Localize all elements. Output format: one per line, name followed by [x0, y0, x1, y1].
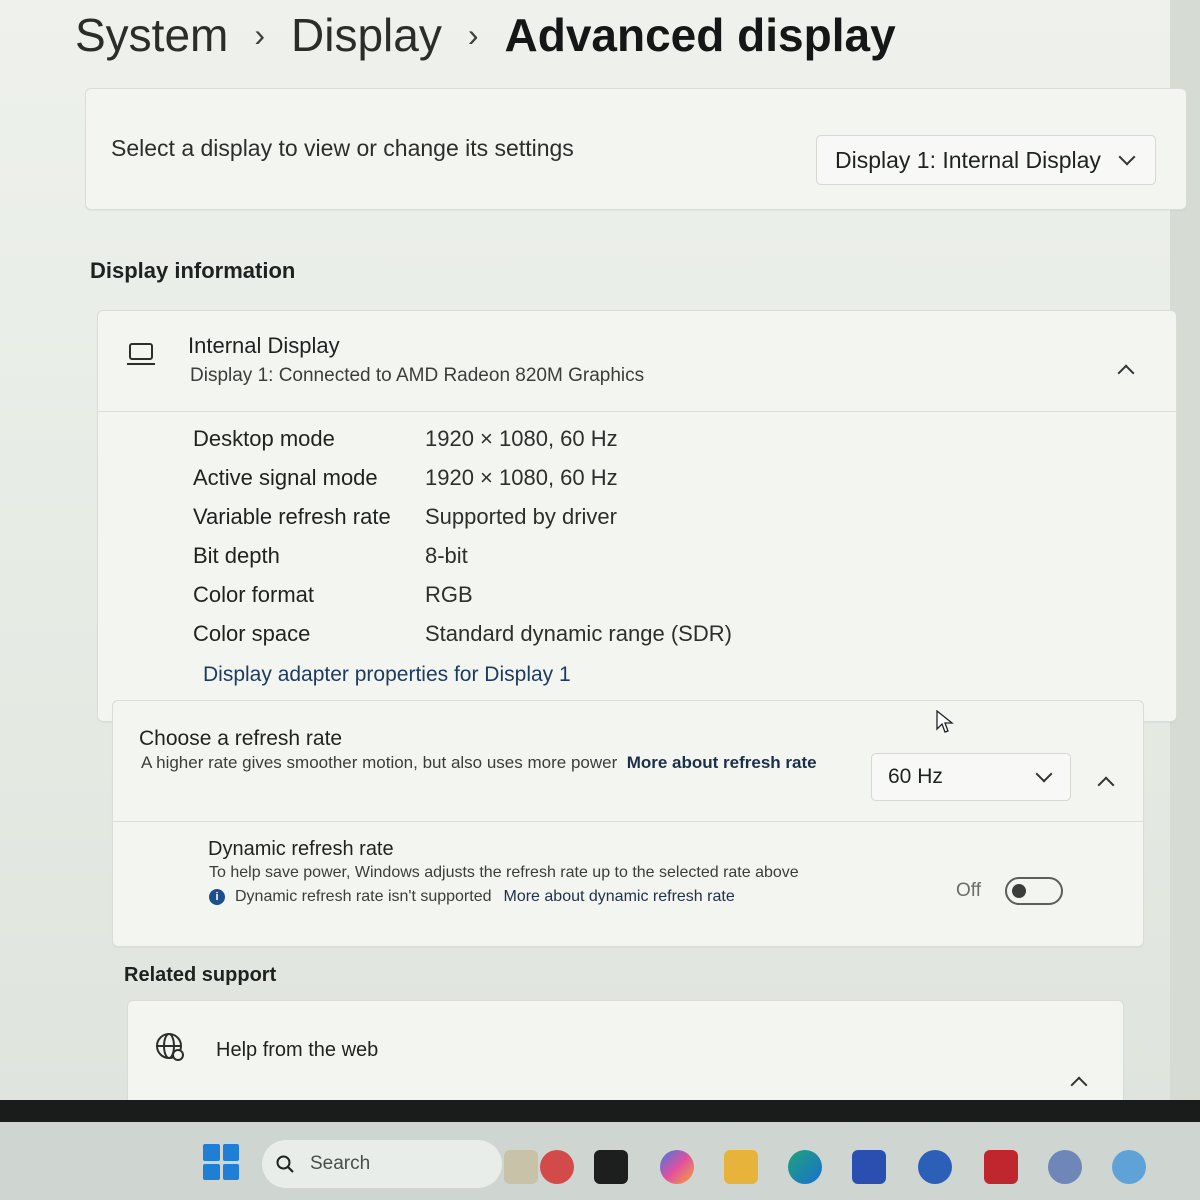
chevron-up-icon	[1097, 776, 1115, 794]
info-row: Color space Standard dynamic range (SDR)	[193, 621, 993, 651]
toggle-knob	[1012, 884, 1026, 898]
info-value: RGB	[425, 582, 473, 607]
display-select-label: Select a display to view or change its s…	[111, 135, 574, 161]
taskbar-search[interactable]: Search	[262, 1140, 502, 1188]
dynamic-refresh-note-text: Dynamic refresh rate isn't supported	[235, 888, 492, 905]
related-support-heading: Related support	[124, 964, 277, 986]
chevron-down-icon	[1118, 148, 1136, 166]
info-row: Desktop mode 1920 × 1080, 60 Hz	[193, 426, 993, 456]
widgets-icon[interactable]	[504, 1150, 538, 1184]
info-row: Color format RGB	[193, 582, 993, 612]
display-select-value: Display 1: Internal Display	[835, 146, 1101, 173]
monitor-bezel	[0, 1100, 1200, 1122]
edge-icon[interactable]	[788, 1150, 822, 1184]
app-icon[interactable]	[540, 1150, 574, 1184]
search-icon	[276, 1155, 294, 1173]
chevron-up-icon	[1070, 1076, 1088, 1094]
task-view-icon[interactable]	[594, 1150, 628, 1184]
laptop-icon	[127, 343, 155, 365]
app-icon[interactable]	[1112, 1150, 1146, 1184]
dynamic-refresh-toggle[interactable]	[1005, 877, 1063, 905]
display-select-card: Select a display to view or change its s…	[85, 88, 1187, 210]
dynamic-refresh-description: To help save power, Windows adjusts the …	[209, 864, 799, 881]
windows-start-icon[interactable]	[203, 1144, 239, 1180]
info-icon: i	[209, 889, 225, 905]
breadcrumb: System › Display › Advanced display	[75, 0, 896, 70]
search-placeholder: Search	[310, 1153, 371, 1174]
info-value: 8-bit	[425, 543, 468, 568]
settings-window: System › Display › Advanced display Sele…	[0, 0, 1187, 1101]
help-icon[interactable]	[918, 1150, 952, 1184]
refresh-rate-value: 60 Hz	[888, 765, 943, 788]
dynamic-refresh-rate-row: Dynamic refresh rate To help save power,…	[113, 821, 1143, 947]
help-from-web-label: Help from the web	[216, 1039, 379, 1061]
refresh-collapse-button[interactable]	[1097, 773, 1115, 794]
refresh-rate-dropdown[interactable]: 60 Hz	[871, 753, 1071, 801]
chevron-down-icon	[1035, 765, 1053, 783]
info-value: 1920 × 1080, 60 Hz	[425, 426, 618, 451]
dynamic-refresh-title: Dynamic refresh rate	[208, 838, 394, 860]
info-value: Standard dynamic range (SDR)	[425, 621, 732, 646]
info-row: Bit depth 8-bit	[193, 543, 993, 573]
file-explorer-icon[interactable]	[724, 1150, 758, 1184]
display-information-header[interactable]: Internal Display Display 1: Connected to…	[98, 311, 1176, 412]
settings-gear-icon[interactable]	[1048, 1150, 1082, 1184]
refresh-rate-description: A higher rate gives smoother motion, but…	[141, 753, 861, 773]
help-from-web-card[interactable]: Help from the web	[127, 1000, 1124, 1101]
breadcrumb-separator: ›	[254, 16, 266, 53]
toggle-state-label: Off	[956, 880, 981, 901]
info-key: Color format	[193, 582, 315, 607]
taskbar: Search	[0, 1122, 1200, 1200]
globe-icon	[156, 1033, 184, 1061]
chevron-up-icon	[1117, 364, 1135, 382]
mcafee-icon[interactable]	[984, 1150, 1018, 1184]
more-about-refresh-rate-link[interactable]: More about refresh rate	[627, 753, 817, 772]
refresh-rate-title: Choose a refresh rate	[139, 727, 343, 750]
info-key: Bit depth	[193, 543, 280, 568]
info-key: Variable refresh rate	[193, 504, 391, 529]
display-select-dropdown[interactable]: Display 1: Internal Display	[816, 135, 1156, 185]
display-name: Internal Display	[188, 333, 340, 358]
breadcrumb-separator: ›	[467, 16, 479, 53]
display-information-card: Internal Display Display 1: Connected to…	[97, 310, 1177, 722]
display-connection: Display 1: Connected to AMD Radeon 820M …	[190, 365, 645, 386]
page-title: Advanced display	[504, 9, 896, 61]
collapse-chevron-icon[interactable]	[1117, 361, 1135, 382]
more-about-dynamic-refresh-link[interactable]: More about dynamic refresh rate	[504, 888, 735, 906]
refresh-rate-description-text: A higher rate gives smoother motion, but…	[141, 753, 618, 772]
copilot-icon[interactable]	[660, 1150, 694, 1184]
info-key: Color space	[193, 621, 311, 646]
help-collapse-button[interactable]	[1070, 1073, 1088, 1094]
info-value: 1920 × 1080, 60 Hz	[425, 465, 618, 490]
mouse-pointer-icon	[936, 710, 954, 733]
info-row: Variable refresh rate Supported by drive…	[193, 504, 993, 534]
info-key: Desktop mode	[193, 426, 335, 451]
info-value: Supported by driver	[425, 504, 617, 529]
display-information-heading: Display information	[90, 258, 296, 283]
display-adapter-properties-link[interactable]: Display adapter properties for Display 1	[203, 663, 571, 687]
info-row: Active signal mode 1920 × 1080, 60 Hz	[193, 465, 993, 495]
breadcrumb-system[interactable]: System	[75, 8, 228, 62]
info-key: Active signal mode	[193, 465, 378, 490]
store-icon[interactable]	[852, 1150, 886, 1184]
refresh-rate-card: Choose a refresh rate A higher rate give…	[112, 700, 1144, 947]
dynamic-refresh-note: i Dynamic refresh rate isn't supported M…	[209, 888, 735, 906]
breadcrumb-display[interactable]: Display	[291, 8, 442, 62]
